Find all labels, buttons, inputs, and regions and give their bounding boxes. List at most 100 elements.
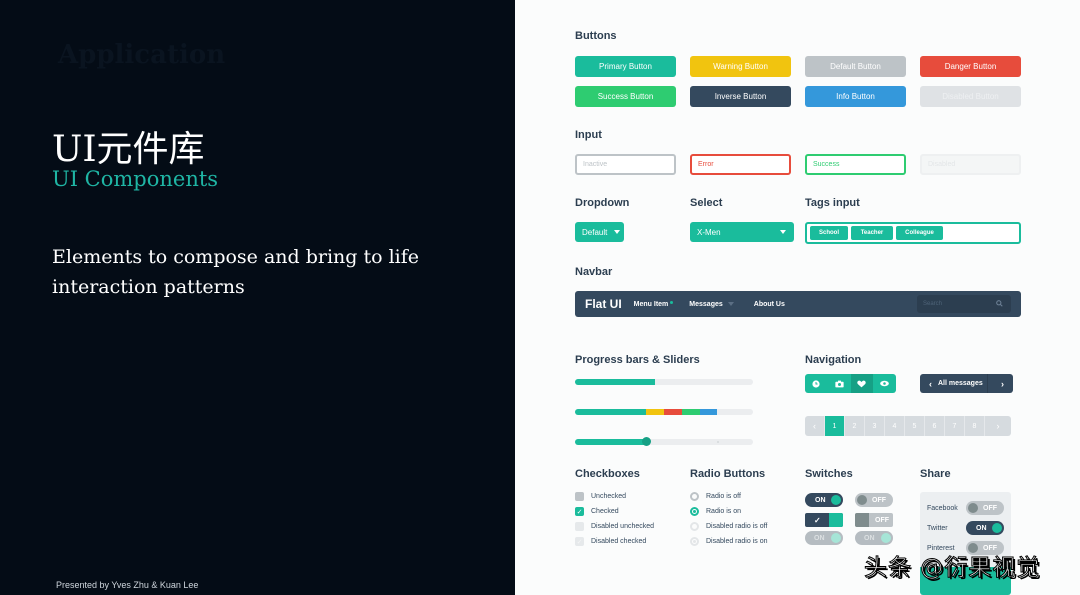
- radio-label: Disabled radio is off: [706, 523, 768, 530]
- navbar-item-menu[interactable]: Menu Item: [634, 300, 674, 308]
- chevron-left-icon[interactable]: ‹: [929, 379, 932, 389]
- switch-knob: [831, 533, 841, 543]
- navbar-item-about[interactable]: About Us: [754, 301, 785, 308]
- error-input[interactable]: Error: [690, 154, 791, 175]
- switch-label: ON: [864, 534, 875, 542]
- checkbox-checked-icon: ✓: [575, 537, 584, 546]
- heart-icon[interactable]: [850, 374, 874, 393]
- camera-icon[interactable]: [828, 374, 851, 393]
- switch-knob: [831, 495, 841, 505]
- checkbox-unchecked-icon: [575, 492, 584, 501]
- dropdown-button[interactable]: Default: [575, 222, 624, 242]
- checkbox-label: Disabled checked: [591, 538, 647, 545]
- section-title-switches: Switches: [805, 468, 853, 480]
- default-button[interactable]: Default Button: [805, 56, 906, 77]
- navbar-item-label: Messages: [689, 300, 723, 308]
- progress-segment: [575, 409, 647, 415]
- pagination-page[interactable]: 3: [865, 416, 885, 436]
- pagination-page[interactable]: 1: [825, 416, 845, 436]
- slider-fill: [575, 439, 647, 445]
- caret-down-icon: [780, 230, 786, 234]
- share-toggle[interactable]: OFF: [966, 501, 1004, 515]
- pagination-page[interactable]: 4: [885, 416, 905, 436]
- switch-knob: [968, 503, 978, 513]
- tags-input[interactable]: School Teacher Colleague: [805, 222, 1021, 244]
- pagination-next-icon[interactable]: ›: [985, 416, 1011, 436]
- section-title-buttons: Buttons: [575, 30, 617, 42]
- switch-knob: [881, 533, 891, 543]
- progress-segment: [681, 409, 700, 415]
- select-box[interactable]: X-Men: [690, 222, 794, 242]
- inactive-input[interactable]: Inactive: [575, 154, 676, 175]
- clock-icon[interactable]: [805, 374, 828, 393]
- disabled-switch-on: ON: [855, 531, 893, 545]
- section-title-tags-input: Tags input: [805, 197, 860, 209]
- tag[interactable]: Teacher: [851, 226, 893, 240]
- section-title-checkboxes: Checkboxes: [575, 468, 640, 480]
- switch-off[interactable]: OFF: [855, 493, 893, 507]
- eye-icon[interactable]: [873, 374, 896, 393]
- disabled-button: Disabled Button: [920, 86, 1021, 107]
- multi-progress-bar: [575, 409, 753, 415]
- share-row: Facebook OFF: [927, 501, 1004, 515]
- pagination: ‹ 1 2 3 4 5 6 7 8 ›: [805, 416, 1011, 436]
- section-title-input: Input: [575, 129, 602, 141]
- tag[interactable]: School: [810, 226, 848, 240]
- section-title-navigation: Navigation: [805, 354, 862, 366]
- radio-label: Disabled radio is on: [706, 538, 768, 545]
- progress-segment: [699, 409, 718, 415]
- success-input[interactable]: Success: [805, 154, 906, 175]
- switch-label: OFF: [875, 516, 889, 524]
- checkbox-label: Unchecked: [591, 493, 627, 500]
- divider: [987, 374, 988, 393]
- ghost-text: Application: [58, 40, 226, 70]
- navbar-search-input[interactable]: Search: [917, 295, 1011, 313]
- pagination-page[interactable]: 5: [905, 416, 925, 436]
- select-value: X-Men: [697, 227, 721, 237]
- section-title-navbar: Navbar: [575, 266, 613, 278]
- pagination-page[interactable]: 7: [945, 416, 965, 436]
- warning-button[interactable]: Warning Button: [690, 56, 791, 77]
- caret-down-icon: [727, 302, 734, 306]
- radio-on-icon: [690, 537, 699, 546]
- chevron-right-icon[interactable]: ›: [1001, 379, 1004, 389]
- danger-button[interactable]: Danger Button: [920, 56, 1021, 77]
- square-switch-on[interactable]: ✓: [805, 513, 843, 527]
- check-icon: ✓: [814, 515, 821, 525]
- tag[interactable]: Colleague: [896, 226, 943, 240]
- share-row: Twitter ON: [927, 521, 1004, 535]
- checkbox-checked-icon: ✓: [575, 507, 584, 516]
- radio-label: Radio is off: [706, 493, 741, 500]
- checkbox-unchecked-icon: [575, 522, 584, 531]
- navbar-brand[interactable]: Flat UI: [585, 297, 622, 311]
- checkbox[interactable]: Unchecked: [575, 492, 626, 501]
- slider-track[interactable]: [575, 439, 753, 445]
- square-switch-off[interactable]: OFF: [855, 513, 893, 527]
- checkbox[interactable]: ✓ Checked: [575, 507, 619, 516]
- progress-bar: [575, 379, 753, 385]
- pagination-page[interactable]: 6: [925, 416, 945, 436]
- radio-button: Disabled radio is off: [690, 522, 767, 531]
- watermark: 头条 @衍果视觉: [863, 555, 1041, 582]
- radio-button[interactable]: Radio is off: [690, 492, 741, 501]
- share-toggle[interactable]: ON: [966, 521, 1004, 535]
- pagination-page[interactable]: 2: [845, 416, 865, 436]
- pagination-prev-icon[interactable]: ‹: [805, 416, 825, 436]
- progress-segment: [646, 409, 664, 415]
- switch-label: OFF: [983, 504, 997, 512]
- info-button[interactable]: Info Button: [805, 86, 906, 107]
- search-icon: [996, 300, 1003, 307]
- radio-button[interactable]: Radio is on: [690, 507, 741, 516]
- radio-on-icon: [690, 507, 699, 516]
- radio-button: Disabled radio is on: [690, 537, 767, 546]
- success-button[interactable]: Success Button: [575, 86, 676, 107]
- progress-segment: [663, 409, 682, 415]
- section-title-radio: Radio Buttons: [690, 468, 766, 480]
- navbar-item-messages[interactable]: Messages: [689, 300, 734, 308]
- switch-label: ON: [815, 496, 826, 504]
- slider-tick: [717, 441, 719, 443]
- inverse-button[interactable]: Inverse Button: [690, 86, 791, 107]
- pagination-page[interactable]: 8: [965, 416, 985, 436]
- primary-button[interactable]: Primary Button: [575, 56, 676, 77]
- switch-on[interactable]: ON: [805, 493, 843, 507]
